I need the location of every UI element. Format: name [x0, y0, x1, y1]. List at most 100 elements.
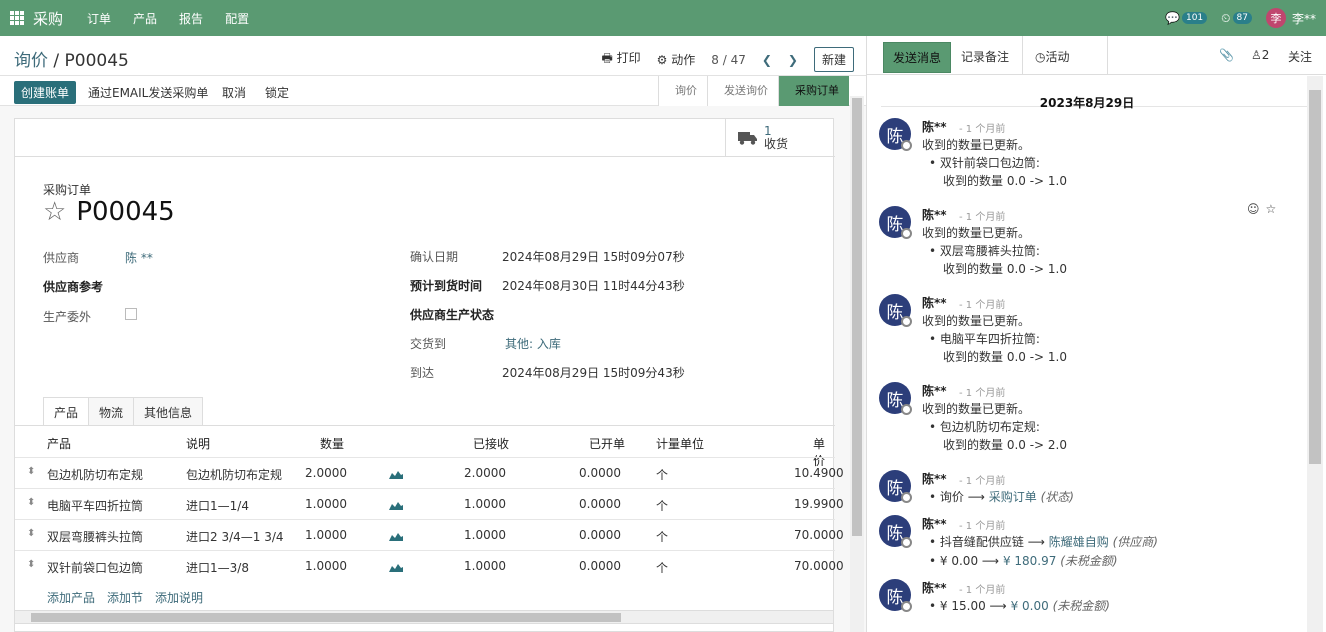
table-row[interactable]: ⬍ 包边机防切布定规 包边机防切布定规 2.0000 2.0000 0.0000…	[15, 457, 844, 488]
forecast-chart-icon[interactable]	[389, 469, 403, 479]
follow-button[interactable]: 关注	[1288, 48, 1312, 65]
new-button[interactable]: 新建	[813, 47, 854, 72]
send-po-email-button[interactable]: 通过EMAIL发送采购单	[88, 84, 208, 101]
message-text: 收到的数量已更新。	[922, 402, 1031, 416]
drag-handle-icon[interactable]: ⬍	[27, 466, 35, 477]
table-row[interactable]: ⬍ 双针前袋口包边筒 进口1—3/8 1.0000 1.0000 0.0000 …	[15, 550, 844, 581]
cancel-button[interactable]: 取消	[222, 84, 246, 101]
horizontal-scrollbar[interactable]	[14, 610, 834, 624]
star-icon[interactable]: ☆	[43, 199, 66, 225]
scrollbar-thumb[interactable]	[852, 98, 862, 536]
cell-unit-price: 70.0000	[794, 559, 844, 573]
schedule-activity-button[interactable]: ◷活动	[1035, 48, 1070, 65]
col-billed[interactable]: 已开单	[589, 435, 625, 452]
cell-quantity: 1.0000	[305, 528, 347, 542]
deliver-to-field[interactable]: 其他: 入库	[505, 335, 561, 352]
user-avatar[interactable]: 李	[1265, 8, 1286, 28]
messages-systray[interactable]: 💬 101	[1165, 11, 1208, 25]
menu-orders[interactable]: 订单	[87, 10, 111, 27]
forecast-chart-icon[interactable]	[389, 531, 403, 541]
lock-button[interactable]: 锁定	[265, 84, 289, 101]
form-vertical-scrollbar[interactable]	[850, 96, 864, 632]
scrollbar-thumb[interactable]	[31, 613, 621, 622]
message-author[interactable]: 陈**	[922, 382, 947, 399]
author-avatar[interactable]: 陈	[879, 470, 912, 503]
send-message-button[interactable]: 发送消息	[883, 42, 952, 73]
message-author[interactable]: 陈**	[922, 294, 947, 311]
stage-rfq-sent[interactable]: 发送询价	[707, 76, 778, 106]
breadcrumb-parent[interactable]: 询价	[14, 51, 48, 71]
message-author[interactable]: 陈**	[922, 579, 947, 596]
emoji-icon[interactable]: ☺	[1247, 202, 1260, 216]
app-brand[interactable]: 采购	[33, 8, 63, 29]
col-description[interactable]: 说明	[186, 435, 210, 452]
message-author[interactable]: 陈**	[922, 118, 947, 135]
forecast-chart-icon[interactable]	[389, 562, 403, 572]
activities-count: 87	[1232, 12, 1252, 24]
author-avatar[interactable]: 陈	[879, 294, 912, 327]
author-avatar[interactable]: 陈	[879, 515, 912, 548]
arrow-right-icon: ⟶	[989, 599, 1007, 613]
author-avatar[interactable]: 陈	[879, 579, 912, 612]
confirm-date-field[interactable]: 2024年08月29日 15时09分07秒	[502, 248, 685, 265]
cell-unit-price: 19.9900	[794, 497, 844, 511]
arrival-field[interactable]: 2024年08月29日 15时09分43秒	[502, 364, 685, 381]
menu-reports[interactable]: 报告	[179, 10, 203, 27]
print-button[interactable]: 🖶 打印	[602, 49, 641, 70]
tab-other-info[interactable]: 其他信息	[133, 397, 204, 426]
followers-count: 2	[1261, 48, 1270, 62]
pager-value[interactable]: 8 / 47	[711, 53, 746, 67]
message-author[interactable]: 陈**	[922, 206, 947, 223]
chatter-scrollbar[interactable]	[1307, 76, 1323, 632]
stage-purchase-order[interactable]: 采购订单	[778, 76, 849, 106]
col-received[interactable]: 已接收	[473, 435, 509, 452]
scrollbar-thumb[interactable]	[1309, 90, 1321, 464]
col-uom[interactable]: 计量单位	[656, 435, 704, 452]
menu-products[interactable]: 产品	[133, 10, 157, 27]
old-value: ¥ 0.00	[939, 554, 979, 568]
apps-menu-icon[interactable]	[10, 11, 24, 25]
expected-arrival-field[interactable]: 2024年08月30日 11时44分43秒	[502, 277, 685, 294]
menu-config[interactable]: 配置	[225, 10, 249, 27]
table-row[interactable]: ⬍ 双层弯腰裤头拉筒 进口2 3/4—1 3/4 1.0000 1.0000 0…	[15, 519, 844, 550]
message-author[interactable]: 陈**	[922, 470, 947, 487]
col-quantity[interactable]: 数量	[320, 435, 344, 452]
followers-button[interactable]: ♙2	[1251, 48, 1269, 62]
cell-received: 1.0000	[464, 559, 506, 573]
drag-handle-icon[interactable]: ⬍	[27, 528, 35, 539]
log-note-button[interactable]: 记录备注	[961, 48, 1009, 65]
bullet-text: 电脑平车四折拉筒:	[939, 332, 1040, 346]
systray: 💬 101 ⏲ 87 李 李**	[1165, 0, 1316, 36]
cell-received: 1.0000	[464, 528, 506, 542]
activities-systray[interactable]: ⏲ 87	[1221, 11, 1252, 26]
paperclip-icon[interactable]: 📎	[1219, 48, 1234, 62]
outsourcing-checkbox[interactable]	[125, 308, 137, 320]
tab-products[interactable]: 产品	[43, 397, 90, 426]
author-avatar[interactable]: 陈	[879, 118, 912, 151]
vendor-field[interactable]: 陈 **	[125, 249, 153, 266]
user-name[interactable]: 李**	[1292, 10, 1316, 27]
tab-logistics[interactable]: 物流	[88, 397, 135, 426]
old-value: 抖音缝配供应链	[939, 535, 1024, 549]
tracking-line: • 询价 ⟶ 采购订单 (状态)	[929, 490, 1074, 504]
create-bill-button[interactable]: 创建账单	[14, 81, 77, 104]
form-sheet: 1 收货 采购订单 ☆ P00045 供应商 陈 ** 供应商参考 生产委外 确认…	[14, 118, 844, 632]
author-avatar[interactable]: 陈	[879, 206, 912, 239]
add-product-link[interactable]: 添加产品	[47, 589, 95, 606]
message-author[interactable]: 陈**	[922, 515, 947, 532]
add-section-link[interactable]: 添加节	[107, 589, 143, 606]
pager-prev-icon[interactable]: ❮	[762, 53, 772, 67]
receipt-smart-button[interactable]: 1 收货	[725, 119, 835, 157]
stage-rfq[interactable]: 询价	[658, 76, 707, 106]
drag-handle-icon[interactable]: ⬍	[27, 559, 35, 570]
table-row[interactable]: ⬍ 电脑平车四折拉筒 进口1—1/4 1.0000 1.0000 0.0000 …	[15, 488, 844, 519]
forecast-chart-icon[interactable]	[389, 500, 403, 510]
clock-icon: ⏲	[1221, 10, 1231, 25]
pager-next-icon[interactable]: ❯	[788, 53, 798, 67]
col-product[interactable]: 产品	[47, 435, 71, 452]
action-button[interactable]: ⚙ 动作	[657, 51, 696, 68]
star-icon[interactable]: ☆	[1266, 202, 1277, 216]
author-avatar[interactable]: 陈	[879, 382, 912, 415]
drag-handle-icon[interactable]: ⬍	[27, 497, 35, 508]
add-note-link[interactable]: 添加说明	[155, 589, 203, 606]
